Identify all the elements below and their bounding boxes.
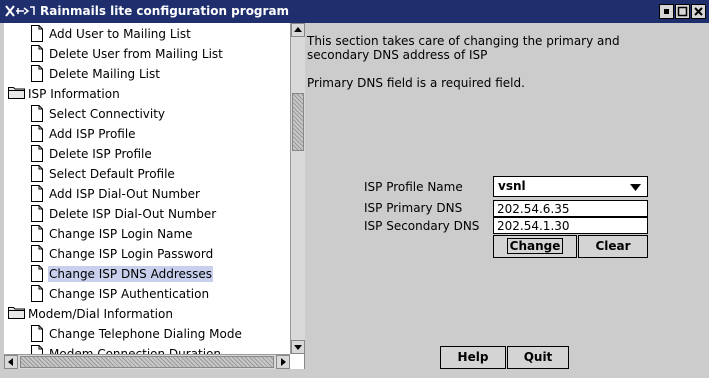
arrow-down-icon <box>294 345 302 350</box>
primary-dns-field-wrapper <box>493 200 648 217</box>
chevron-down-icon <box>630 184 641 191</box>
tree-item-label: Change ISP Login Name <box>49 227 193 241</box>
folder-icon <box>8 305 25 322</box>
document-icon <box>30 245 44 265</box>
tree-item[interactable]: Change ISP Login Name <box>4 224 291 244</box>
scroll-right-button[interactable] <box>276 355 290 369</box>
document-icon <box>30 205 44 225</box>
document-icon <box>30 45 44 65</box>
close-button[interactable] <box>691 4 706 19</box>
tree-item[interactable]: Delete ISP Profile <box>4 144 291 164</box>
close-icon <box>694 7 703 16</box>
tree-item[interactable]: Select Default Profile <box>4 164 291 184</box>
tree-item-label: Add ISP Profile <box>49 127 136 141</box>
tree-item-label: Modem/Dial Information <box>28 307 173 321</box>
scroll-left-button[interactable] <box>4 355 18 369</box>
document-icon <box>30 225 44 245</box>
tree-item[interactable]: Add User to Mailing List <box>4 24 291 44</box>
document-icon <box>30 165 44 185</box>
vertical-scroll-thumb[interactable] <box>292 93 304 151</box>
tree-item-label: Delete ISP Dial-Out Number <box>49 207 217 221</box>
secondary-dns-label: ISP Secondary DNS <box>364 219 480 233</box>
clear-button[interactable]: Clear <box>578 235 648 258</box>
tree-item-label: Change Telephone Dialing Mode <box>49 327 242 341</box>
tree-item-label: Change ISP DNS Addresses <box>48 266 214 282</box>
help-button[interactable]: Help <box>440 346 506 369</box>
document-icon <box>30 285 44 305</box>
arrow-left-icon <box>8 358 13 366</box>
clear-button-label: Clear <box>595 239 631 253</box>
isp-profile-label: ISP Profile Name <box>364 180 463 194</box>
tree-item[interactable]: Change ISP Login Password <box>4 244 291 264</box>
minimize-button[interactable] <box>659 4 674 19</box>
tree-item-label: Add ISP Dial-Out Number <box>49 187 200 201</box>
title-bar[interactable]: Rainmails lite configuration program <box>0 0 709 23</box>
scroll-up-button[interactable] <box>291 23 305 37</box>
primary-dns-label: ISP Primary DNS <box>364 201 463 215</box>
tree-item-label: Delete User from Mailing List <box>49 47 223 61</box>
tree-item-label: Select Default Profile <box>49 167 175 181</box>
maximize-button[interactable] <box>675 4 690 19</box>
minimize-icon <box>664 9 669 14</box>
required-field-note: Primary DNS field is a required field. <box>307 76 525 90</box>
isp-profile-value: vsnl <box>498 179 526 193</box>
document-icon <box>30 125 44 145</box>
secondary-dns-field-wrapper <box>493 217 648 234</box>
tree-item-label: Change ISP Authentication <box>49 287 210 301</box>
tree-folder-item[interactable]: Modem/Dial Information <box>4 304 291 324</box>
description-line-2: secondary DNS address of ISP <box>307 48 488 62</box>
document-icon <box>30 65 44 85</box>
tree-item[interactable]: Select Connectivity <box>4 104 291 124</box>
quit-button-label: Quit <box>523 350 553 364</box>
tree-item[interactable]: Delete ISP Dial-Out Number <box>4 204 291 224</box>
secondary-dns-field[interactable] <box>494 218 647 233</box>
tree-item[interactable]: Delete Mailing List <box>4 64 291 84</box>
navigation-tree[interactable]: Add User to Mailing List Delete User from… <box>4 23 305 369</box>
tree-item[interactable]: Change ISP Authentication <box>4 284 291 304</box>
horizontal-scroll-thumb[interactable] <box>20 356 274 368</box>
tree-item-label: Delete Mailing List <box>49 67 160 81</box>
scroll-down-button[interactable] <box>291 340 305 354</box>
quit-button[interactable]: Quit <box>507 346 569 369</box>
arrow-right-icon <box>281 358 286 366</box>
tree-horizontal-scrollbar[interactable] <box>4 354 290 369</box>
tree-item[interactable]: Change ISP DNS Addresses <box>4 264 291 284</box>
change-button-label: Change <box>506 238 564 254</box>
maximize-icon <box>677 6 688 17</box>
description-line-1: This section takes care of changing the … <box>307 34 620 48</box>
tree-item[interactable]: Add ISP Dial-Out Number <box>4 184 291 204</box>
tree-item-label: Change ISP Login Password <box>49 247 214 261</box>
help-button-label: Help <box>457 350 489 364</box>
tree-item-label: ISP Information <box>28 87 120 101</box>
tree-item-label: Delete ISP Profile <box>49 147 152 161</box>
folder-icon <box>8 85 25 102</box>
arrow-up-icon <box>294 27 302 32</box>
tree-item[interactable]: Change Telephone Dialing Mode <box>4 324 291 344</box>
document-icon <box>30 185 44 205</box>
tree-item[interactable]: Delete User from Mailing List <box>4 44 291 64</box>
section-description: This section takes care of changing the … <box>307 34 620 90</box>
change-button[interactable]: Change <box>493 235 577 258</box>
document-icon <box>30 25 44 45</box>
document-icon <box>30 105 44 125</box>
tree-folder-item[interactable]: ISP Information <box>4 84 291 104</box>
window-title: Rainmails lite configuration program <box>40 4 290 18</box>
app-icon <box>5 5 35 17</box>
primary-dns-field[interactable] <box>494 201 647 216</box>
tree-item[interactable]: Add ISP Profile <box>4 124 291 144</box>
tree-vertical-scrollbar[interactable] <box>290 23 305 354</box>
tree-item-label: Add User to Mailing List <box>49 27 191 41</box>
isp-profile-select[interactable]: vsnl <box>493 176 648 197</box>
document-icon <box>30 145 44 165</box>
tree-item-label: Select Connectivity <box>49 107 166 121</box>
document-icon <box>30 325 44 345</box>
document-icon <box>30 265 44 285</box>
